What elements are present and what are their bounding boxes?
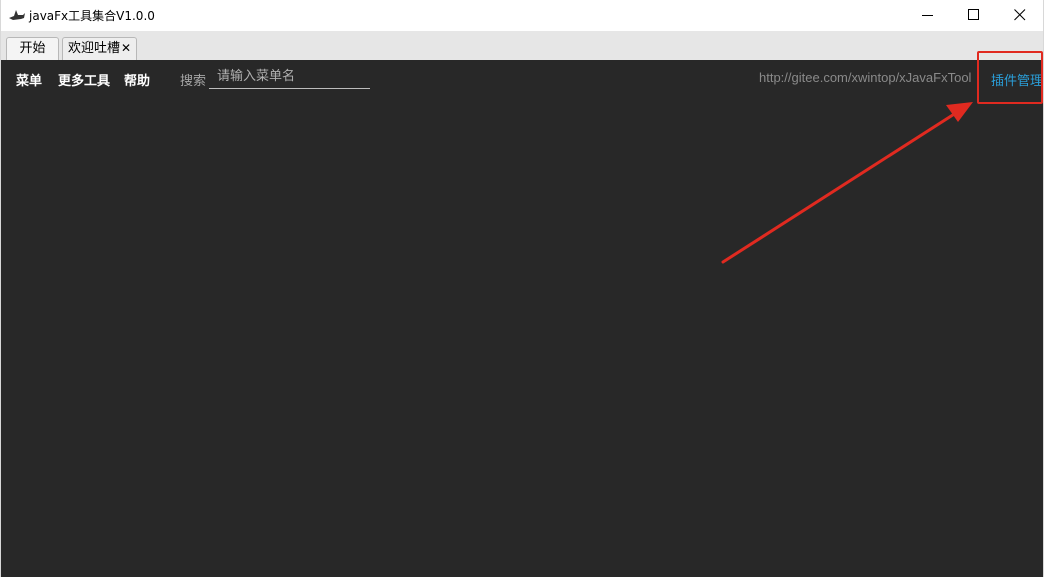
minimize-icon	[922, 15, 933, 16]
title-bar[interactable]: javaFx工具集合V1.0.0	[1, 0, 1043, 31]
tab-welcome-label: 欢迎吐槽	[68, 41, 121, 56]
search-input[interactable]	[209, 65, 370, 89]
tab-start[interactable]: 开始	[6, 37, 59, 60]
menu-item-menu[interactable]: 菜单	[16, 70, 42, 89]
window-title: javaFx工具集合V1.0.0	[29, 9, 155, 23]
tab-welcome[interactable]: 欢迎吐槽✕	[62, 37, 137, 60]
close-button[interactable]	[997, 0, 1043, 31]
tab-close-icon[interactable]: ✕	[121, 38, 131, 59]
repo-url-link[interactable]: http://gitee.com/xwintop/xJavaFxTool	[759, 70, 977, 85]
app-window: javaFx工具集合V1.0.0 开始 欢迎吐槽✕ 菜单 更多工具 帮助 搜索 …	[0, 0, 1044, 577]
close-icon	[1014, 9, 1026, 21]
menu-item-more-tools[interactable]: 更多工具	[58, 70, 110, 89]
maximize-button[interactable]	[951, 0, 997, 31]
menu-bar: 菜单 更多工具 帮助 搜索 http://gitee.com/xwintop/x…	[1, 60, 1043, 96]
tab-start-label: 开始	[19, 41, 46, 56]
maximize-icon	[968, 9, 979, 20]
tab-strip: 开始 欢迎吐槽✕	[1, 31, 1043, 60]
main-content: 菜单 更多工具 帮助 搜索 http://gitee.com/xwintop/x…	[1, 60, 1043, 577]
search-label: 搜索	[180, 74, 207, 89]
menu-item-help[interactable]: 帮助	[124, 70, 150, 89]
annotation-highlight-box	[977, 51, 1043, 104]
minimize-button[interactable]	[905, 0, 951, 31]
shark-icon	[9, 10, 25, 20]
